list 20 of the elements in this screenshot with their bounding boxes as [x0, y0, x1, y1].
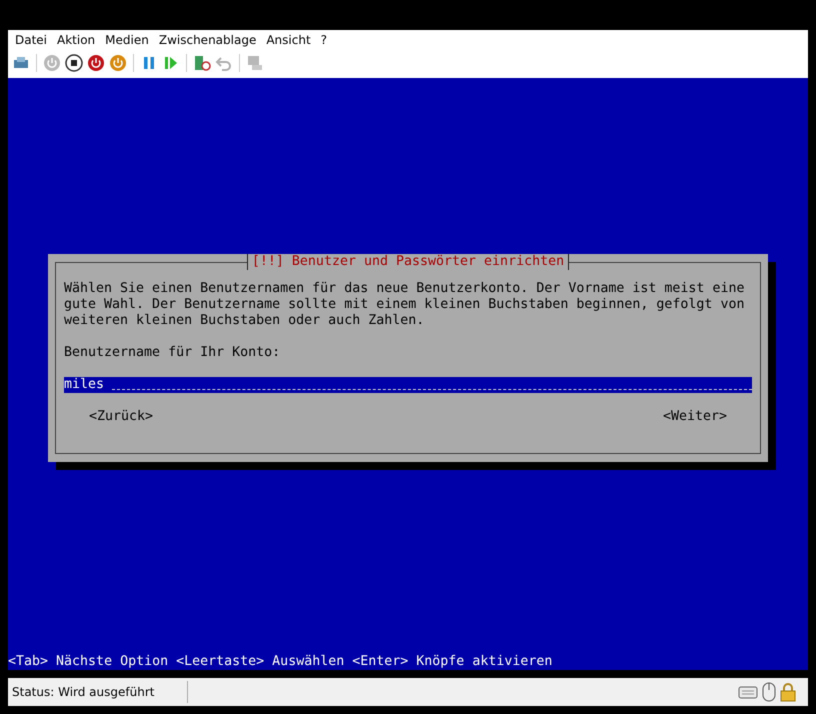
status-text: Status: Wird ausgeführt: [11, 685, 156, 699]
dialog-title: [!!] Benutzer und Passwörter einrichten: [246, 254, 570, 270]
menu-item[interactable]: Aktion: [52, 33, 100, 47]
keyboard-icon: [738, 684, 758, 700]
menu-item[interactable]: Ansicht: [261, 33, 316, 47]
key-hint: <Tab> Nächste Option <Leertaste> Auswählen <Enter> Knöpfe aktivieren: [8, 654, 554, 670]
input-field[interactable]: miles: [64, 377, 752, 393]
dialog-button[interactable]: <Weiter>: [662, 409, 727, 425]
power-icon[interactable]: [107, 52, 129, 74]
menu-item[interactable]: Datei: [10, 33, 52, 47]
menu-item[interactable]: Zwischenablage: [154, 33, 262, 47]
lock-icon: [780, 682, 796, 702]
menu-item[interactable]: Medien: [100, 33, 154, 47]
mouse-icon: [762, 682, 776, 702]
menu-item[interactable]: ?: [316, 33, 332, 47]
dialog-button[interactable]: <Zurück>: [89, 409, 154, 425]
stop-icon[interactable]: [63, 52, 85, 74]
power-icon[interactable]: [85, 52, 107, 74]
dialog-text: Wählen Sie einen Benutzernamen für das neue Benutzerkonto. Der Vorname ist meist eine gute Wahl. Der Benutzername sollte mit einem kleinen Buchstaben beginnen, gefolgt von weiteren kleinen Buchstaben oder auch Zahlen.: [64, 281, 746, 329]
field-label: Benutzername für Ihr Konto:: [64, 345, 282, 361]
